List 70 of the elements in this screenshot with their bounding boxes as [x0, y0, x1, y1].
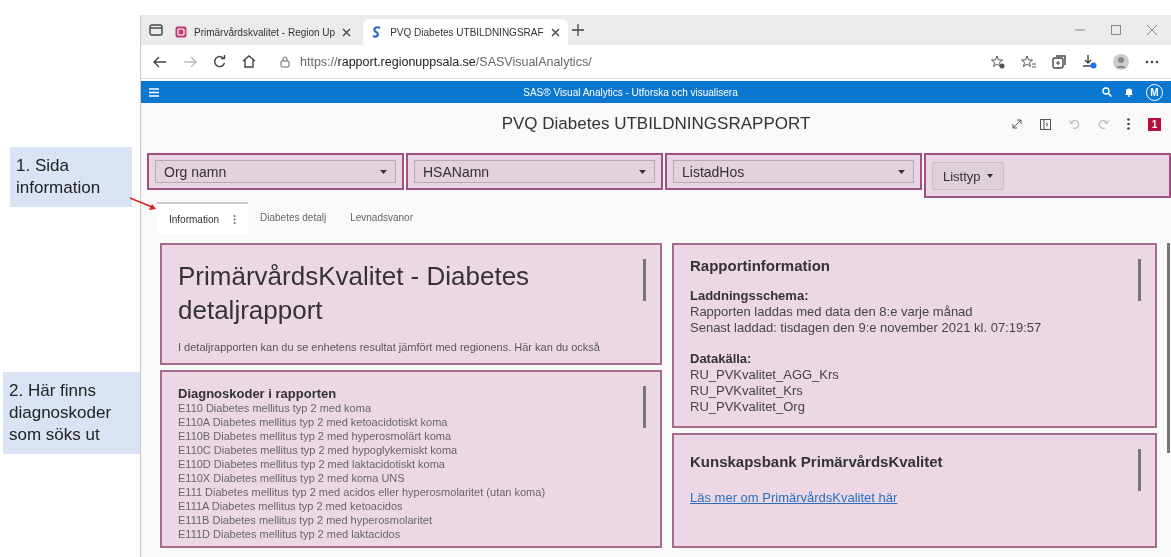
link[interactable]: Läs mer om PrimärvårdsKvalitet här: [690, 490, 898, 505]
list-item: E110 Diabetes mellitus typ 2 med koma: [178, 401, 372, 415]
dropdown-button[interactable]: Listtyp: [932, 162, 1004, 190]
list-item: E111A Diabetes mellitus typ 2 med ketoacidos: [178, 499, 404, 513]
panel-icon[interactable]: [1040, 118, 1051, 130]
list-item: E110C Diabetes mellitus typ 2 med hypoglykemiskt koma: [178, 443, 459, 457]
report-tab[interactable]: Diabetes detalj: [248, 202, 339, 232]
list-item: E110X Diabetes mellitus typ 2 med koma UNS: [178, 471, 406, 485]
caret-icon: [380, 169, 387, 174]
more-icon[interactable]: [1127, 118, 1130, 130]
panel-text: I detaljrapporten kan du se enhetens resultat jämfört med regionens. Här kan du också: [178, 341, 601, 353]
browser-tab[interactable]: Primärvårdskvalitet - Region Up: [167, 19, 360, 45]
info-text: Senast laddad: tisdagen den 9:e november 2021 kl. 07:19:57: [690, 320, 1043, 336]
close-icon[interactable]: [550, 27, 560, 37]
list-item: E110B Diabetes mellitus typ 2 med hyperosmolärt koma: [178, 429, 453, 443]
more-icon[interactable]: [1145, 59, 1159, 64]
favorites-icon[interactable]: [1021, 54, 1036, 69]
scrollbar[interactable]: [1167, 243, 1170, 453]
tab-actions-icon[interactable]: [149, 24, 163, 36]
info-text: RU_PVKvalitet_Krs: [690, 383, 804, 399]
panel-title: Kunskapsbank PrimärvårdsKvalitet: [690, 453, 944, 470]
reload-icon[interactable]: [213, 55, 226, 68]
scrollbar[interactable]: [643, 386, 646, 428]
list-item: E111 Diabetes mellitus typ 2 med acidos eller hyperosmolaritet (utan koma): [178, 485, 547, 499]
caret-icon: [898, 169, 905, 174]
back-icon[interactable]: [153, 55, 167, 68]
maximize-icon[interactable]: [1111, 25, 1121, 35]
report-title: PVQ Diabetes UTBILDNINGSRAPPORT: [501, 114, 811, 134]
list-item: E110A Diabetes mellitus typ 2 med ketoacidotiskt koma: [178, 415, 449, 429]
lock-icon: [280, 55, 290, 68]
info-text: Rapporten laddas med data den 8:e varje månad: [690, 304, 974, 320]
list-item: E111B Diabetes mellitus typ 2 med hyperosmolaritet: [178, 513, 433, 527]
notification-badge[interactable]: 1: [1148, 117, 1161, 131]
report-tab[interactable]: Levnadsvanor: [338, 202, 425, 232]
caret-icon: [986, 174, 993, 178]
list-item: E111D Diabetes mellitus typ 2 med laktacidos: [178, 527, 402, 541]
panel-title: PrimärvårdsKvalitet - Diabetes detaljrapport: [178, 260, 531, 327]
dropdown-field[interactable]: Org namn: [155, 160, 396, 183]
search-icon[interactable]: [1102, 87, 1112, 97]
bell-icon[interactable]: [1124, 87, 1134, 97]
annotation-callout: 1. Sida information: [10, 147, 132, 207]
dropdown-field[interactable]: HSANamn: [414, 160, 655, 183]
info-text: RU_PVKvalitet_AGG_Krs: [690, 367, 840, 383]
expand-icon[interactable]: [1012, 119, 1022, 129]
section-heading: Datakälla:: [690, 351, 753, 367]
more-icon[interactable]: [233, 214, 237, 224]
scrollbar[interactable]: [1138, 449, 1141, 491]
menu-icon[interactable]: [149, 87, 159, 97]
profile-icon[interactable]: [1113, 53, 1129, 70]
caret-icon: [639, 169, 646, 174]
url-text[interactable]: https://rapport.regionuppsala.se/SASVisualAnalytics/: [300, 54, 592, 69]
info-text: RU_PVKvalitet_Org: [690, 399, 806, 415]
favorite-add-icon[interactable]: [991, 54, 1005, 69]
scrollbar[interactable]: [643, 259, 646, 301]
favicon: [175, 26, 187, 38]
close-icon[interactable]: [342, 27, 352, 37]
dropdown-field[interactable]: ListadHos: [673, 160, 914, 183]
app-title: SAS® Visual Analytics - Utforska och visualisera: [522, 86, 739, 98]
list-item: E110D Diabetes mellitus typ 2 med laktacidotiskt koma: [178, 457, 446, 471]
panel-title: Diagnoskoder i rapporten: [178, 386, 338, 401]
home-icon[interactable]: [242, 55, 256, 68]
scrollbar[interactable]: [1138, 259, 1141, 301]
new-tab-icon[interactable]: [571, 24, 584, 36]
collections-icon[interactable]: [1052, 54, 1066, 69]
annotation-arrow: [128, 196, 158, 212]
section-heading: Laddningsschema:: [690, 288, 810, 304]
report-tab[interactable]: Information: [157, 202, 249, 234]
download-icon[interactable]: [1082, 54, 1097, 69]
panel-title: Rapportinformation: [690, 257, 831, 274]
browser-tab[interactable]: PVQ Diabetes UTBILDNINGSRAF: [363, 19, 568, 45]
